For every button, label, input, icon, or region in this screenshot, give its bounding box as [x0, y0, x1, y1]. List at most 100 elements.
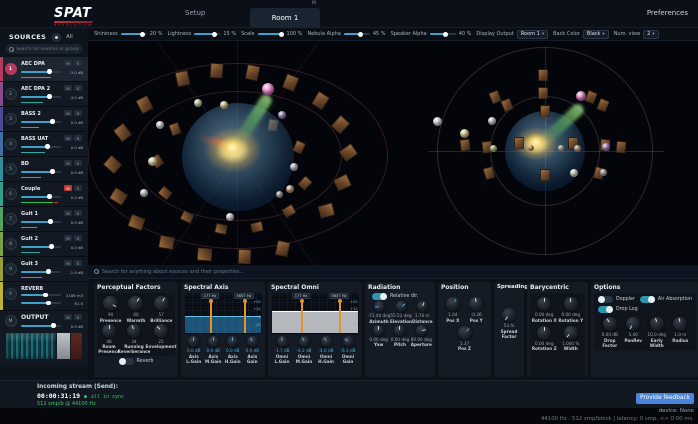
source-row-aec-dpa[interactable]: 1 AEC DPA M S -3.0 dB	[0, 57, 88, 82]
source-orb[interactable]	[460, 129, 469, 138]
source-orb[interactable]	[226, 213, 234, 221]
source-orb[interactable]	[570, 169, 578, 177]
sources-search-input[interactable]	[16, 47, 79, 52]
knob-rotation-z[interactable]: 0.00 deg Rotation Z	[531, 326, 557, 352]
knob-azimuth[interactable]: -71.40 deg Azimuth	[368, 301, 390, 324]
source-orb[interactable]	[276, 191, 283, 198]
source-orb[interactable]	[574, 145, 581, 152]
provide-feedback-button[interactable]: Provide feedback	[636, 393, 694, 404]
knob-rotation-y[interactable]: 0.00 deg Rotation Y	[558, 297, 584, 323]
eq-marker-low[interactable]	[301, 300, 303, 333]
doppler-toggle[interactable]	[598, 296, 613, 303]
relative-dir-toggle[interactable]	[372, 293, 387, 300]
knob-axis-l-gain[interactable]: 0.0 dB Axis L.Gain	[184, 336, 203, 364]
knob-axis-h-gain[interactable]: 0.0 dB Axis H.Gain	[223, 336, 242, 364]
mute-button[interactable]: M	[64, 135, 72, 141]
solo-button[interactable]: S	[74, 85, 82, 91]
reverb-level-slider[interactable]	[21, 302, 61, 304]
source-gain-slider[interactable]	[21, 196, 61, 198]
nebula-alpha-slider[interactable]	[344, 33, 370, 35]
tab-room-1[interactable]: Room 1	[250, 8, 320, 28]
knob-elevation[interactable]: 55.52 deg Elevation	[390, 301, 412, 324]
mute-button[interactable]: M	[64, 110, 72, 116]
speaker-alpha-slider[interactable]	[430, 33, 456, 35]
air-absorption-toggle[interactable]	[640, 296, 655, 303]
source-orb[interactable]	[194, 99, 202, 107]
mute-button[interactable]: M	[64, 314, 72, 320]
solo-button[interactable]: S	[74, 160, 82, 166]
mute-button-active[interactable]: M	[64, 185, 72, 191]
knob-pos-y[interactable]: -0.36 Pos Y	[465, 297, 489, 323]
source-orb[interactable]	[490, 145, 497, 152]
knob-omni-l-gain[interactable]: -1.7 dB Omni L.Gain	[272, 336, 293, 364]
source-orb[interactable]	[290, 163, 298, 171]
source-orb[interactable]	[278, 111, 286, 119]
solo-button[interactable]: S	[74, 210, 82, 216]
source-row-aec-dpa-2[interactable]: 2 AEC DPA 2 M S -3.0 dB	[0, 82, 88, 107]
source-row-reverb[interactable]: R REVERB 2186 m3 61.0	[0, 282, 88, 311]
source-row-guit-1[interactable]: 7 Guit 1 M S 0.0 dB	[0, 207, 88, 232]
solo-button[interactable]: S	[74, 60, 82, 66]
knob-presence[interactable]: 90 Presence	[98, 296, 123, 323]
eq-marker-high[interactable]	[244, 300, 246, 333]
source-row-guit-2[interactable]: 8 Guit 2 M S 0.0 dB	[0, 232, 88, 257]
knob-radius[interactable]: 1.0 m Radius	[669, 317, 693, 348]
eq-marker-high[interactable]	[339, 300, 341, 333]
knob-pitch[interactable]: 0.00 deg Pitch	[389, 325, 410, 348]
knob-aperture[interactable]: 80.00 deg Aperture	[411, 325, 432, 348]
solo-button[interactable]: S	[74, 135, 82, 141]
knob-panrev[interactable]: 5.00 PanRev	[622, 317, 646, 348]
mute-button[interactable]: M	[64, 210, 72, 216]
preferences-button[interactable]: Preferences	[647, 9, 688, 17]
source-row-guit-3[interactable]: 9 Guit 3 M S -1.9 dB	[0, 257, 88, 282]
source-gain-slider[interactable]	[21, 146, 61, 148]
knob-omni-m-gain[interactable]: -4.2 dB Omni M.Gain	[294, 336, 315, 364]
source-orb[interactable]	[488, 117, 496, 125]
source-orb[interactable]	[220, 101, 228, 109]
3d-viewport[interactable]	[88, 41, 698, 265]
source-gain-slider[interactable]	[21, 246, 61, 248]
shininess-slider[interactable]	[121, 33, 147, 35]
tab-setup[interactable]: Setup	[185, 9, 205, 17]
source-orb[interactable]	[148, 157, 157, 166]
knob-envelopment[interactable]: 25 Envelopment	[148, 324, 174, 355]
scale-slider[interactable]	[258, 33, 284, 35]
source-orb[interactable]	[140, 189, 148, 197]
properties-search-input[interactable]	[102, 269, 692, 275]
mute-button[interactable]: M	[64, 85, 72, 91]
knob-rotation-x[interactable]: 0.00 deg Rotation X	[531, 297, 557, 323]
knob-yaw[interactable]: 0.00 deg Yaw	[368, 325, 389, 348]
source-row-bass-2[interactable]: 3 BASS 2 M S 0.0 dB	[0, 107, 88, 132]
source-orb[interactable]	[528, 145, 534, 151]
knob-pos-z[interactable]: 1.37 Pos Z	[453, 326, 477, 352]
source-gain-slider[interactable]	[21, 71, 61, 73]
display-output-dropdown[interactable]: Room 1 ▾	[517, 30, 548, 39]
knob-brilliance[interactable]: 57 Brilliance	[149, 296, 174, 323]
spectral-omni-eq-display[interactable]: 177 Hz 5657 Hz +20 +10 0 -10	[271, 293, 359, 335]
source-gain-slider[interactable]	[21, 121, 61, 123]
spectral-axis-eq-display[interactable]: 177 Hz 5657 Hz +20 +10 0 -10	[184, 293, 262, 335]
solo-button[interactable]: S	[74, 110, 82, 116]
knob-warmth[interactable]: 60 Warmth	[123, 296, 148, 323]
solo-button[interactable]: S	[74, 260, 82, 266]
sources-filter-toggle[interactable]	[52, 33, 61, 42]
eq-marker-low[interactable]	[210, 300, 212, 333]
sources-filter-all[interactable]: All	[66, 34, 73, 40]
source-row-couple[interactable]: 6 Couple M S 0.0 dB	[0, 182, 88, 207]
solo-button[interactable]: S	[74, 235, 82, 241]
reverb-size-slider[interactable]	[21, 294, 61, 296]
source-row-bass-uat[interactable]: 4 BASS UAT M S 0.0 dB	[0, 132, 88, 157]
mute-button[interactable]: M	[64, 260, 72, 266]
source-orb[interactable]	[558, 145, 564, 151]
knob-running-reverberance[interactable]: 34 Running Reverberance	[120, 324, 148, 355]
back-color-dropdown[interactable]: Black ▾	[583, 30, 609, 39]
reverb-toggle[interactable]	[119, 358, 134, 365]
lightness-slider[interactable]	[194, 33, 220, 35]
knob-omni-gain[interactable]: -6.3 dB Omni Gain	[338, 336, 359, 364]
source-gain-slider[interactable]	[21, 221, 61, 223]
mute-button[interactable]: M	[64, 160, 72, 166]
source-gain-slider[interactable]	[21, 171, 61, 173]
knob-omni-h-gain[interactable]: -4.0 dB Omni H.Gain	[316, 336, 337, 364]
knob-distance[interactable]: 1.76 m Distance	[412, 301, 433, 324]
knob-axis-m-gain[interactable]: 0.0 dB Axis M.Gain	[204, 336, 223, 364]
